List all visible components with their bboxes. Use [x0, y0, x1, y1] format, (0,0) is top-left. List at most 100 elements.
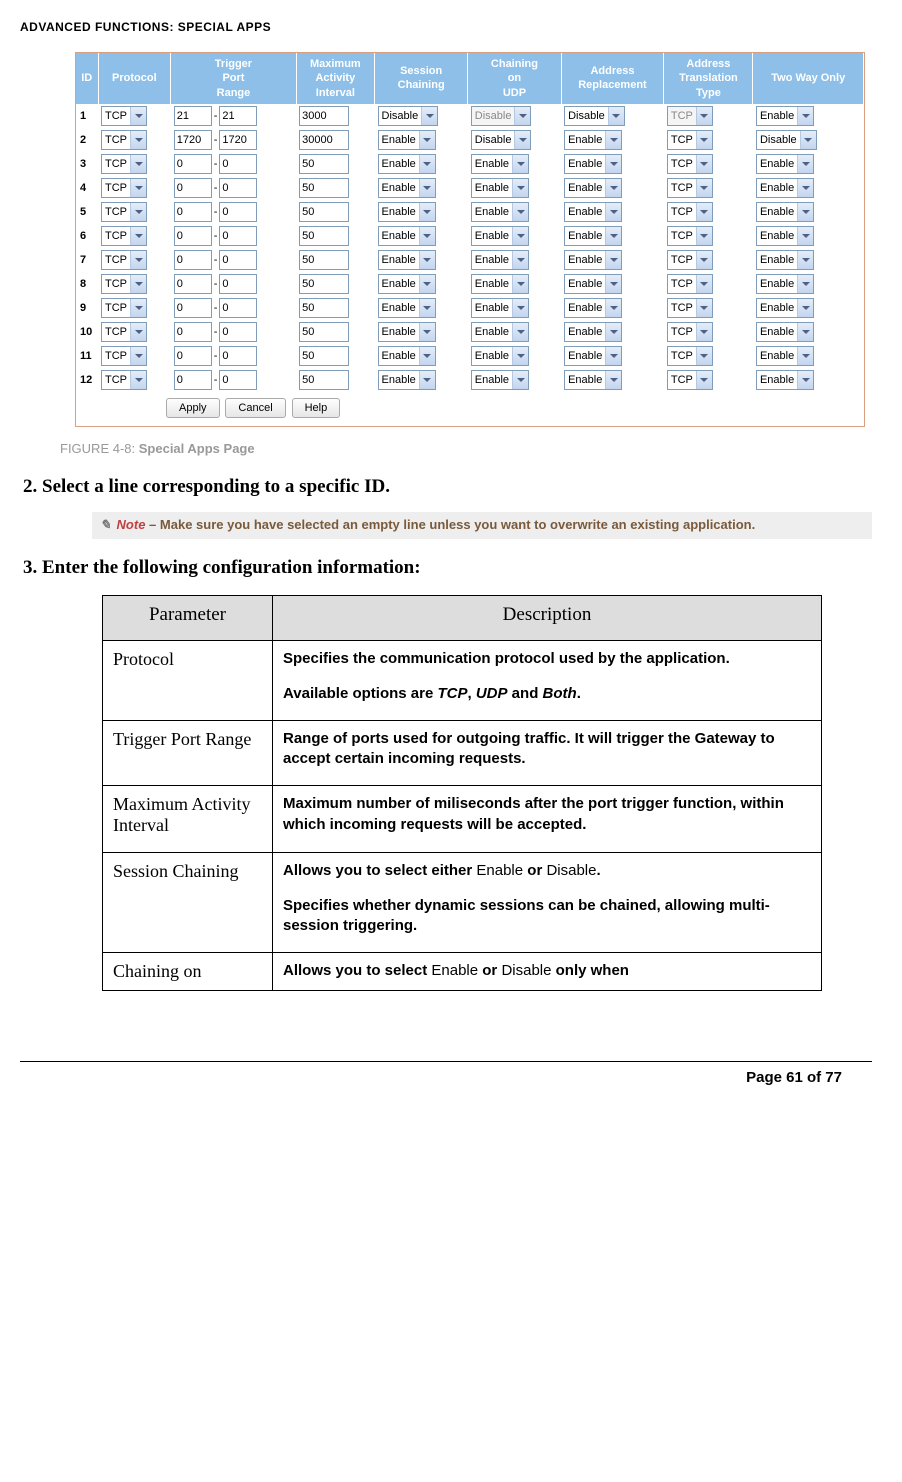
port-to-input[interactable]: 0 [219, 178, 257, 198]
port-to-input[interactable]: 0 [219, 250, 257, 270]
port-to-input[interactable]: 21 [219, 106, 257, 126]
protocol-select[interactable]: TCP [101, 370, 147, 390]
protocol-select[interactable]: TCP [101, 298, 147, 318]
addr-replacement-select[interactable]: Enable [564, 250, 622, 270]
port-to-input[interactable]: 1720 [219, 130, 257, 150]
two-way-select[interactable]: Enable [756, 202, 814, 222]
port-to-input[interactable]: 0 [219, 298, 257, 318]
chaining-udp-select[interactable]: Enable [471, 322, 529, 342]
port-to-input[interactable]: 0 [219, 154, 257, 174]
max-activity-input[interactable]: 50 [299, 274, 349, 294]
addr-replacement-select[interactable]: Enable [564, 154, 622, 174]
two-way-select[interactable]: Enable [756, 274, 814, 294]
addr-translation-select[interactable]: TCP [667, 274, 713, 294]
port-to-input[interactable]: 0 [219, 274, 257, 294]
addr-replacement-select[interactable]: Enable [564, 298, 622, 318]
help-button[interactable]: Help [292, 398, 341, 418]
max-activity-input[interactable]: 30000 [299, 130, 349, 150]
addr-translation-select[interactable]: TCP [667, 154, 713, 174]
addr-translation-select[interactable]: TCP [667, 322, 713, 342]
two-way-select[interactable]: Enable [756, 154, 814, 174]
port-from-input[interactable]: 0 [174, 298, 212, 318]
addr-replacement-select[interactable]: Enable [564, 322, 622, 342]
addr-replacement-select[interactable]: Disable [564, 106, 625, 126]
session-chaining-select[interactable]: Disable [378, 106, 439, 126]
session-chaining-select[interactable]: Enable [378, 298, 436, 318]
port-to-input[interactable]: 0 [219, 322, 257, 342]
addr-translation-select[interactable]: TCP [667, 202, 713, 222]
session-chaining-select[interactable]: Enable [378, 274, 436, 294]
protocol-select[interactable]: TCP [101, 106, 147, 126]
max-activity-input[interactable]: 50 [299, 298, 349, 318]
session-chaining-select[interactable]: Enable [378, 178, 436, 198]
protocol-select[interactable]: TCP [101, 226, 147, 246]
port-to-input[interactable]: 0 [219, 202, 257, 222]
chaining-udp-select[interactable]: Enable [471, 274, 529, 294]
protocol-select[interactable]: TCP [101, 322, 147, 342]
port-from-input[interactable]: 0 [174, 178, 212, 198]
max-activity-input[interactable]: 3000 [299, 106, 349, 126]
port-from-input[interactable]: 0 [174, 346, 212, 366]
chaining-udp-select[interactable]: Enable [471, 202, 529, 222]
protocol-select[interactable]: TCP [101, 154, 147, 174]
protocol-select[interactable]: TCP [101, 130, 147, 150]
two-way-select[interactable]: Enable [756, 226, 814, 246]
max-activity-input[interactable]: 50 [299, 370, 349, 390]
chaining-udp-select[interactable]: Enable [471, 178, 529, 198]
max-activity-input[interactable]: 50 [299, 250, 349, 270]
session-chaining-select[interactable]: Enable [378, 250, 436, 270]
cancel-button[interactable]: Cancel [225, 398, 285, 418]
port-from-input[interactable]: 0 [174, 154, 212, 174]
port-from-input[interactable]: 0 [174, 322, 212, 342]
two-way-select[interactable]: Enable [756, 322, 814, 342]
two-way-select[interactable]: Enable [756, 346, 814, 366]
chaining-udp-select[interactable]: Enable [471, 226, 529, 246]
port-to-input[interactable]: 0 [219, 346, 257, 366]
protocol-select[interactable]: TCP [101, 274, 147, 294]
addr-replacement-select[interactable]: Enable [564, 274, 622, 294]
port-from-input[interactable]: 0 [174, 370, 212, 390]
protocol-select[interactable]: TCP [101, 202, 147, 222]
max-activity-input[interactable]: 50 [299, 202, 349, 222]
addr-replacement-select[interactable]: Enable [564, 130, 622, 150]
session-chaining-select[interactable]: Enable [378, 130, 436, 150]
two-way-select[interactable]: Enable [756, 106, 814, 126]
port-from-input[interactable]: 0 [174, 274, 212, 294]
max-activity-input[interactable]: 50 [299, 154, 349, 174]
addr-replacement-select[interactable]: Enable [564, 226, 622, 246]
two-way-select[interactable]: Enable [756, 370, 814, 390]
port-to-input[interactable]: 0 [219, 370, 257, 390]
port-from-input[interactable]: 0 [174, 250, 212, 270]
port-to-input[interactable]: 0 [219, 226, 257, 246]
session-chaining-select[interactable]: Enable [378, 346, 436, 366]
session-chaining-select[interactable]: Enable [378, 202, 436, 222]
session-chaining-select[interactable]: Enable [378, 370, 436, 390]
addr-replacement-select[interactable]: Enable [564, 346, 622, 366]
protocol-select[interactable]: TCP [101, 178, 147, 198]
max-activity-input[interactable]: 50 [299, 322, 349, 342]
addr-translation-select[interactable]: TCP [667, 178, 713, 198]
protocol-select[interactable]: TCP [101, 346, 147, 366]
session-chaining-select[interactable]: Enable [378, 154, 436, 174]
apply-button[interactable]: Apply [166, 398, 220, 418]
addr-translation-select[interactable]: TCP [667, 298, 713, 318]
addr-replacement-select[interactable]: Enable [564, 202, 622, 222]
port-from-input[interactable]: 21 [174, 106, 212, 126]
chaining-udp-select[interactable]: Enable [471, 346, 529, 366]
chaining-udp-select[interactable]: Enable [471, 154, 529, 174]
protocol-select[interactable]: TCP [101, 250, 147, 270]
chaining-udp-select[interactable]: Enable [471, 250, 529, 270]
chaining-udp-select[interactable]: Disable [471, 130, 532, 150]
port-from-input[interactable]: 0 [174, 202, 212, 222]
two-way-select[interactable]: Disable [756, 130, 817, 150]
addr-translation-select[interactable]: TCP [667, 370, 713, 390]
two-way-select[interactable]: Enable [756, 178, 814, 198]
addr-translation-select[interactable]: TCP [667, 346, 713, 366]
max-activity-input[interactable]: 50 [299, 346, 349, 366]
chaining-udp-select[interactable]: Enable [471, 298, 529, 318]
port-from-input[interactable]: 1720 [174, 130, 212, 150]
chaining-udp-select[interactable]: Enable [471, 370, 529, 390]
two-way-select[interactable]: Enable [756, 298, 814, 318]
addr-replacement-select[interactable]: Enable [564, 178, 622, 198]
max-activity-input[interactable]: 50 [299, 178, 349, 198]
